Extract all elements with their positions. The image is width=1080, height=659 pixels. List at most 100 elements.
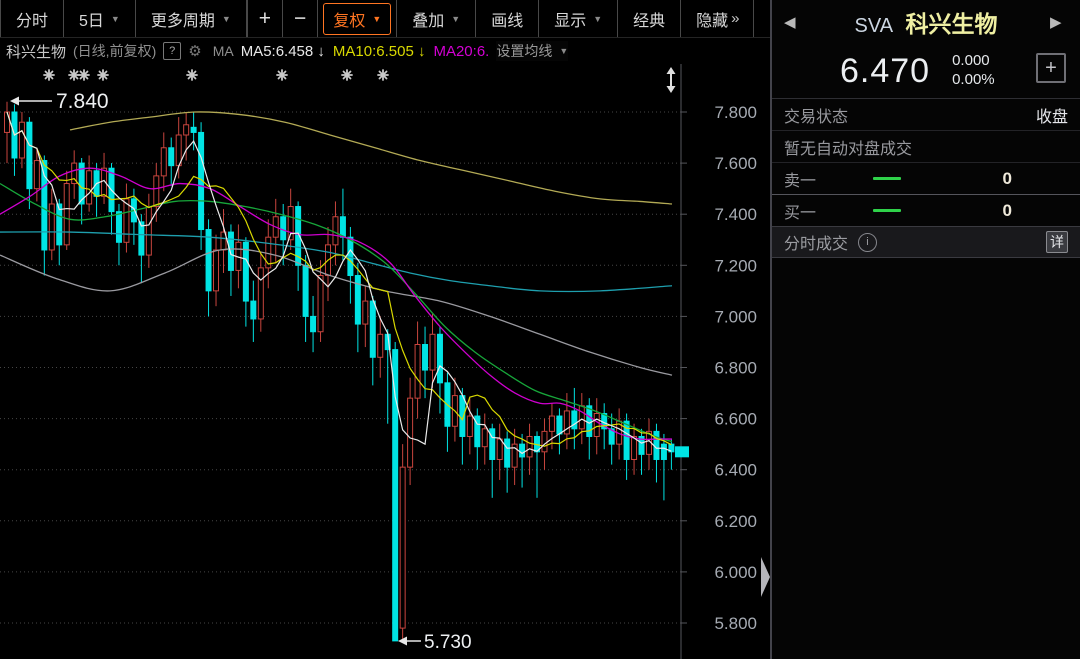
ma-settings-button[interactable]: 设置均线 ▼	[496, 41, 569, 61]
add-to-watchlist-button[interactable]: +	[1036, 53, 1066, 83]
gridlines: 7.800 7.600 7.400 7.200 7.000 6.800 6.600 6.400…	[0, 64, 757, 659]
svg-text:7.200: 7.200	[714, 256, 757, 275]
ma-value-0: MA5:6.458 ↓	[240, 42, 325, 60]
svg-text:5.800: 5.800	[714, 614, 757, 633]
next-stock-button[interactable]: ▶	[1050, 13, 1068, 31]
trade-status-row: 交易状态 收盘	[772, 99, 1080, 131]
trade-status-value: 收盘	[1035, 108, 1068, 126]
sell-price-dash	[873, 177, 901, 180]
toolbar-overlay-label: 叠加	[412, 12, 445, 30]
toolbar-hide-button[interactable]: 隐藏»	[681, 0, 754, 37]
toolbar-adjust-label: 复权	[333, 12, 366, 30]
buy-one-row: 买一 0	[772, 195, 1080, 227]
buy-one-size: 0	[1002, 200, 1012, 220]
event-asterisk-icon	[341, 69, 353, 81]
svg-text:7.000: 7.000	[714, 307, 757, 326]
double-chevron-icon: »	[731, 10, 739, 27]
chevron-down-icon: ▼	[451, 13, 461, 24]
time-sales-label: 分时成交	[784, 236, 849, 253]
svg-text:7.840: 7.840	[56, 90, 109, 113]
toolbar: 分时 5日 ▼ 更多周期 ▼ + − 复权 ▼ 叠加 ▼ 画线 显示 ▼ 经典 隐藏»	[0, 0, 802, 38]
gear-icon[interactable]: ⚙	[188, 42, 201, 60]
kline-title: 科兴生物	[6, 43, 67, 61]
kline-svg: 7.800 7.600 7.400 7.200 7.000 6.800 6.600 6.400…	[0, 64, 757, 659]
toolbar-classic-label: 经典	[633, 12, 666, 30]
chevron-down-icon: ▼	[221, 13, 231, 24]
svg-text:7.400: 7.400	[714, 205, 757, 224]
buy-price-dash	[873, 209, 901, 212]
info-icon[interactable]: i	[858, 232, 878, 252]
svg-text:6.200: 6.200	[714, 512, 757, 531]
event-markers	[43, 69, 389, 81]
kline-chart-area[interactable]: 7.800 7.600 7.400 7.200 7.000 6.800 6.600 6.400…	[0, 64, 770, 659]
no-auto-match-text: 暂无自动对盘成交	[784, 140, 913, 158]
panel-collapse-handle[interactable]	[761, 557, 770, 597]
change-value: 0.000	[952, 52, 990, 70]
ma-value-2: MA20:6.	[433, 42, 490, 60]
ma-value-1: MA10:6.505 ↓	[332, 42, 426, 60]
prev-stock-button[interactable]: ◀	[784, 13, 802, 31]
event-asterisk-icon	[186, 69, 198, 81]
ma-settings-label: 设置均线	[496, 43, 553, 59]
quote-title-row: ◀ SVA 科兴生物 ▶	[772, 0, 1080, 44]
svg-text:6.400: 6.400	[714, 461, 757, 480]
ma-line-ma5	[6, 111, 672, 455]
event-asterisk-icon	[97, 69, 109, 81]
toolbar-zoom-in-button[interactable]: +	[246, 0, 284, 37]
sell-one-row: 卖一 0	[772, 163, 1080, 195]
toolbar-minute-label: 分时	[16, 12, 49, 30]
chevron-down-icon: ▼	[372, 13, 382, 24]
kline-header: 科兴生物 (日线,前复权) ? ⚙ MA MA5:6.458 ↓ MA10:6.5…	[0, 38, 776, 64]
toolbar-zoom-in-label: +	[258, 6, 272, 30]
toolbar-more-periods-button[interactable]: 更多周期 ▼	[136, 0, 247, 37]
event-asterisk-icon	[377, 69, 389, 81]
stock-title: SVA 科兴生物	[802, 5, 1050, 39]
help-icon[interactable]: ?	[163, 42, 182, 60]
chevron-down-icon: ▼	[559, 46, 569, 56]
svg-text:6.000: 6.000	[714, 563, 757, 582]
change-percent: 0.00%	[952, 71, 995, 88]
svg-text:6.600: 6.600	[714, 410, 757, 429]
no-auto-match-row: 暂无自动对盘成交	[772, 131, 1080, 163]
toolbar-overlay-button[interactable]: 叠加 ▼	[397, 0, 477, 37]
toolbar-display-label: 显示	[554, 12, 587, 30]
toolbar-draw-line-button[interactable]: 画线	[476, 0, 540, 37]
event-asterisk-icon	[276, 69, 288, 81]
trade-status-label: 交易状态	[784, 108, 849, 126]
ma-line-ma120	[0, 248, 673, 376]
chevron-down-icon: ▼	[593, 13, 603, 24]
buy-one-label: 买一	[784, 204, 817, 222]
toolbar-zoom-out-button[interactable]: −	[283, 0, 319, 37]
current-price-marker	[675, 446, 689, 458]
svg-text:6.800: 6.800	[714, 359, 757, 378]
quote-panel: ◀ SVA 科兴生物 ▶ 6.470 0.000 0.00% + 交易状态 收盘…	[770, 0, 1080, 659]
toolbar-minute-button[interactable]: 分时	[0, 0, 65, 37]
sell-one-size: 0	[1002, 168, 1012, 188]
trading-app: 分时 5日 ▼ 更多周期 ▼ + − 复权 ▼ 叠加 ▼ 画线 显示 ▼ 经典 隐藏» 科兴生物 (日线,前复…	[0, 0, 1080, 659]
stock-symbol: SVA	[854, 15, 894, 37]
stock-name: 科兴生物	[905, 11, 998, 37]
price-row: 6.470 0.000 0.00% +	[772, 44, 1080, 99]
time-sales-header: 分时成交 i 详	[772, 226, 1080, 258]
toolbar-draw-line-label: 画线	[491, 12, 524, 30]
ma-prefix-label: MA	[212, 43, 234, 59]
detail-button[interactable]: 详	[1046, 231, 1068, 253]
ma-values: MA5:6.458 ↓ MA10:6.505 ↓ MA20:6.	[241, 43, 490, 60]
ma-line-ma20	[0, 167, 672, 441]
toolbar-five-day-label: 5日	[79, 12, 104, 30]
kline-subtitle: (日线,前复权)	[73, 43, 157, 59]
svg-text:7.800: 7.800	[714, 103, 757, 122]
chevron-down-icon: ▼	[110, 13, 120, 24]
event-asterisk-icon	[68, 69, 80, 81]
sell-one-label: 卖一	[784, 172, 817, 190]
toolbar-five-day-button[interactable]: 5日 ▼	[64, 0, 136, 37]
candles-layer	[4, 101, 675, 642]
toolbar-hide-label: 隐藏	[696, 12, 729, 30]
event-asterisk-icon	[78, 69, 90, 81]
toolbar-classic-button[interactable]: 经典	[618, 0, 682, 37]
toolbar-more-periods-label: 更多周期	[150, 12, 215, 30]
scale-handle[interactable]	[666, 67, 676, 93]
toolbar-display-button[interactable]: 显示 ▼	[539, 0, 619, 37]
ma-line-ma250	[69, 111, 673, 205]
toolbar-adjust-button[interactable]: 复权 ▼	[318, 0, 398, 37]
